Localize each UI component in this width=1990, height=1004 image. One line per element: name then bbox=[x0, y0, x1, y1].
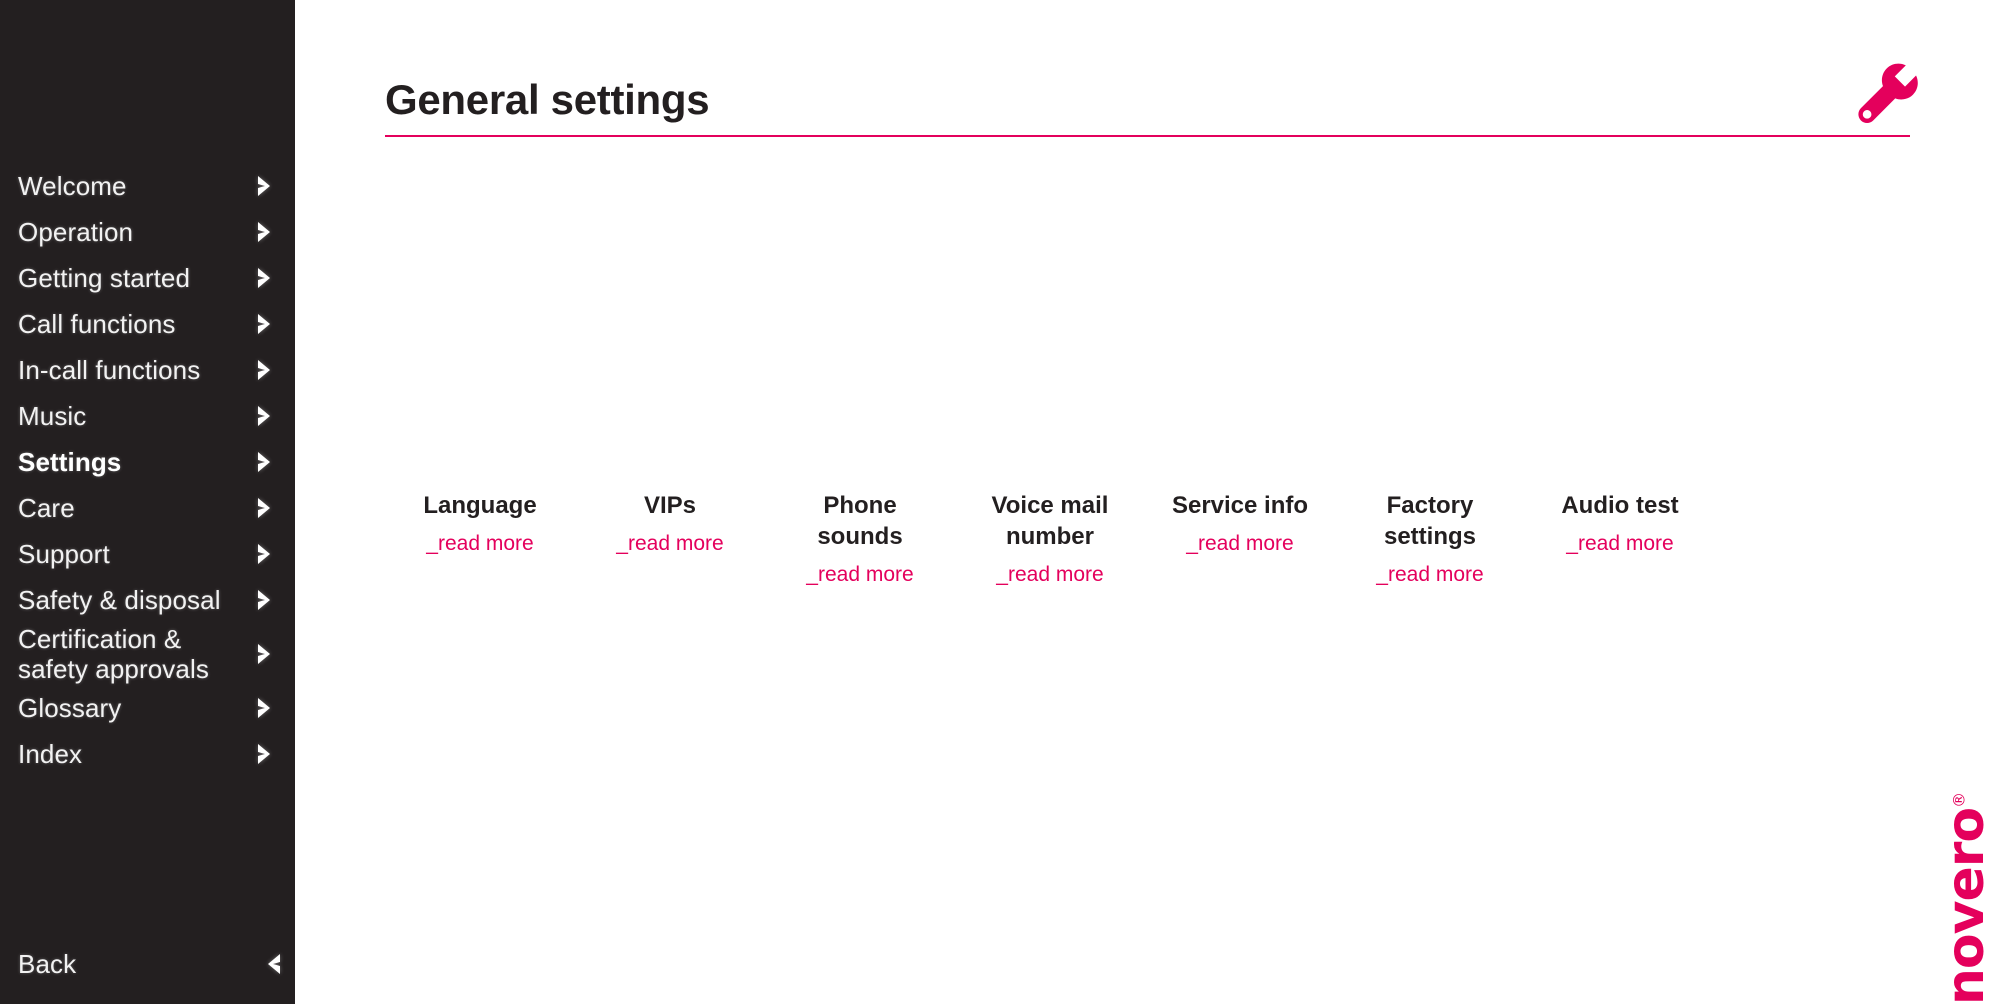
chevron-right-icon bbox=[258, 644, 270, 664]
sidebar-item-label: Operation bbox=[18, 217, 134, 247]
sidebar-item-welcome[interactable]: Welcome bbox=[0, 163, 295, 209]
chevron-right-icon bbox=[258, 406, 270, 426]
settings-card[interactable]: Factory settings _read more bbox=[1335, 490, 1525, 588]
settings-card-title: Language bbox=[423, 492, 537, 519]
read-more-link[interactable]: _read more bbox=[426, 531, 533, 557]
chevron-right-icon bbox=[258, 176, 270, 196]
brand-name: novero bbox=[1936, 807, 1990, 1004]
sidebar-item-certification-safety-approvals[interactable]: Certification & safety approvals bbox=[0, 623, 295, 685]
settings-card[interactable]: Phone sounds _read more bbox=[765, 490, 955, 588]
chevron-left-icon bbox=[268, 954, 280, 974]
settings-card[interactable]: VIPs _read more bbox=[575, 490, 765, 557]
sidebar-item-call-functions[interactable]: Call functions bbox=[0, 301, 295, 347]
chevron-right-icon bbox=[258, 498, 270, 518]
wrench-icon bbox=[1849, 58, 1921, 130]
settings-card[interactable]: Service info _read more bbox=[1145, 490, 1335, 557]
sidebar-item-in-call-functions[interactable]: In-call functions bbox=[0, 347, 295, 393]
settings-card-title: Phone sounds bbox=[817, 492, 903, 550]
sidebar-item-label: Glossary bbox=[18, 693, 122, 723]
chevron-right-icon bbox=[258, 314, 270, 334]
settings-card[interactable]: Voice mail number _read more bbox=[955, 490, 1145, 588]
sidebar-item-care[interactable]: Care bbox=[0, 485, 295, 531]
read-more-link[interactable]: _read more bbox=[1186, 531, 1293, 557]
sidebar-item-label: In-call functions bbox=[18, 355, 201, 385]
settings-card-title: Service info bbox=[1171, 492, 1309, 519]
settings-card-title: VIPs bbox=[643, 492, 697, 519]
sidebar-item-label: Certification & safety approvals bbox=[18, 624, 209, 684]
chevron-right-icon bbox=[258, 744, 270, 764]
sidebar-item-label: Care bbox=[18, 493, 75, 523]
chevron-right-icon bbox=[258, 590, 270, 610]
sidebar-item-back-label: Back bbox=[18, 949, 77, 979]
sidebar: Welcome Operation Getting started Call func… bbox=[0, 0, 295, 1004]
sidebar-item-safety-disposal[interactable]: Safety & disposal bbox=[0, 577, 295, 623]
sidebar-item-operation[interactable]: Operation bbox=[0, 209, 295, 255]
brand-logo: novero® bbox=[1934, 793, 1990, 1004]
title-underline-rule bbox=[385, 135, 1910, 137]
read-more-link[interactable]: _read more bbox=[1376, 562, 1483, 588]
sidebar-item-label: Music bbox=[18, 401, 87, 431]
read-more-link[interactable]: _read more bbox=[1566, 531, 1673, 557]
chevron-right-icon bbox=[258, 360, 270, 380]
sidebar-item-music[interactable]: Music bbox=[0, 393, 295, 439]
read-more-link[interactable]: _read more bbox=[996, 562, 1103, 588]
sidebar-item-getting-started[interactable]: Getting started bbox=[0, 255, 295, 301]
page-root: Welcome Operation Getting started Call func… bbox=[0, 0, 1990, 1004]
sidebar-item-index[interactable]: Index bbox=[0, 731, 295, 777]
sidebar-item-glossary[interactable]: Glossary bbox=[0, 685, 295, 731]
sidebar-item-settings[interactable]: Settings bbox=[0, 439, 295, 485]
chevron-right-icon bbox=[258, 222, 270, 242]
chevron-right-icon bbox=[258, 544, 270, 564]
settings-card-title: Audio test bbox=[1561, 492, 1679, 519]
settings-card[interactable]: Audio test _read more bbox=[1525, 490, 1715, 557]
brand-logo-text: novero® bbox=[1936, 793, 1990, 1004]
settings-card-title: Voice mail number bbox=[991, 492, 1109, 550]
sidebar-nav-list: Welcome Operation Getting started Call func… bbox=[0, 163, 295, 777]
sidebar-item-label: Call functions bbox=[18, 309, 176, 339]
sidebar-item-label: Support bbox=[18, 539, 110, 569]
sidebar-item-label: Welcome bbox=[18, 171, 127, 201]
settings-card[interactable]: Language _read more bbox=[385, 490, 575, 557]
sidebar-item-label: Getting started bbox=[18, 263, 191, 293]
sidebar-item-label: Settings bbox=[18, 447, 122, 477]
settings-card-row: Language _read more VIPs _read more Phone so… bbox=[385, 490, 1715, 588]
sidebar-item-label: Index bbox=[18, 739, 83, 769]
page-title: General settings bbox=[385, 76, 710, 123]
settings-card-title: Factory settings bbox=[1383, 492, 1476, 550]
sidebar-item-support[interactable]: Support bbox=[0, 531, 295, 577]
chevron-right-icon bbox=[258, 698, 270, 718]
sidebar-item-back[interactable]: Back bbox=[0, 941, 295, 987]
sidebar-item-label: Safety & disposal bbox=[18, 585, 221, 615]
read-more-link[interactable]: _read more bbox=[616, 531, 723, 557]
chevron-right-icon bbox=[258, 452, 270, 472]
chevron-right-icon bbox=[258, 268, 270, 288]
brand-registered-mark: ® bbox=[1949, 792, 1969, 808]
read-more-link[interactable]: _read more bbox=[806, 562, 913, 588]
